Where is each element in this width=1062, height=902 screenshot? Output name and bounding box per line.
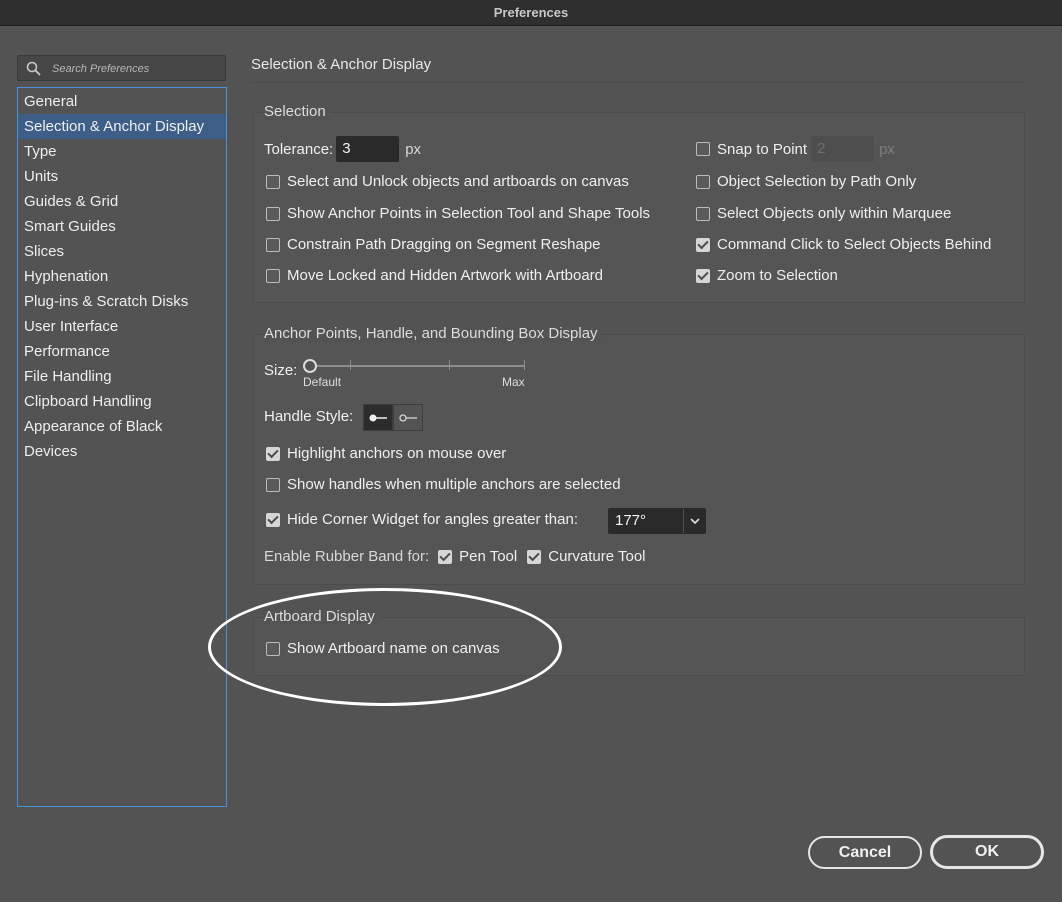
search-field[interactable]: [17, 55, 226, 81]
dropdown-divider: [683, 509, 684, 533]
zoom-to-selection-checkbox[interactable]: [696, 268, 710, 283]
show-handles-checkbox[interactable]: [266, 477, 280, 492]
category-user-interface[interactable]: User Interface: [18, 314, 226, 339]
show-handles-label: Show handles when multiple anchors are s…: [287, 476, 621, 493]
pen-tool-label: Pen Tool: [459, 548, 518, 565]
category-guides-grid[interactable]: Guides & Grid: [18, 189, 226, 214]
window-title: Preferences: [0, 0, 1062, 26]
select-within-marquee-label: Select Objects only within Marquee: [717, 205, 952, 222]
category-units[interactable]: Units: [18, 164, 226, 189]
snap-distance-input[interactable]: 2: [811, 136, 875, 162]
category-file-handling[interactable]: File Handling: [18, 364, 226, 389]
show-anchor-points-option[interactable]: Show Anchor Points in Selection Tool and…: [266, 205, 650, 222]
command-click-option[interactable]: Command Click to Select Objects Behind: [696, 236, 991, 253]
hide-corner-widget-checkbox[interactable]: [266, 512, 280, 527]
search-input[interactable]: [52, 59, 220, 78]
curvature-tool-label: Curvature Tool: [548, 548, 646, 565]
chevron-down-icon[interactable]: [689, 517, 701, 525]
object-selection-path-option[interactable]: Object Selection by Path Only: [696, 173, 916, 190]
ok-button[interactable]: OK: [930, 835, 1044, 869]
object-selection-path-checkbox[interactable]: [696, 174, 710, 189]
category-general[interactable]: General: [18, 89, 226, 114]
handle-style-label: Handle Style:: [264, 408, 354, 425]
category-slices[interactable]: Slices: [18, 239, 226, 264]
category-hyphenation[interactable]: Hyphenation: [18, 264, 226, 289]
zoom-to-selection-label: Zoom to Selection: [717, 267, 838, 284]
category-clipboard-handling[interactable]: Clipboard Handling: [18, 389, 226, 414]
category-plugins-scratch-disks[interactable]: Plug-ins & Scratch Disks: [18, 289, 226, 314]
command-click-label: Command Click to Select Objects Behind: [717, 236, 992, 253]
select-unlock-checkbox[interactable]: [266, 174, 280, 189]
size-slider-thumb[interactable]: [303, 359, 317, 373]
handle-style-solid-button[interactable]: [363, 404, 393, 431]
anchor-display-group-label: Anchor Points, Handle, and Bounding Box …: [264, 325, 602, 342]
highlight-anchors-option[interactable]: Highlight anchors on mouse over: [266, 445, 506, 462]
size-max-label: Max: [502, 375, 525, 389]
snap-to-point-checkbox[interactable]: [696, 142, 710, 156]
tolerance-input[interactable]: 3: [336, 136, 400, 162]
selection-group-label: Selection: [264, 103, 330, 120]
curvature-tool-checkbox[interactable]: [527, 549, 542, 564]
highlight-anchors-label: Highlight anchors on mouse over: [287, 445, 507, 462]
handle-solid-icon: [369, 414, 387, 421]
cancel-button[interactable]: Cancel: [808, 836, 922, 869]
show-handles-option[interactable]: Show handles when multiple anchors are s…: [266, 476, 621, 493]
category-selection-anchor-display[interactable]: Selection & Anchor Display: [18, 114, 226, 139]
tolerance-label: Tolerance:: [264, 140, 334, 158]
show-anchor-points-checkbox[interactable]: [266, 206, 280, 221]
select-within-marquee-option[interactable]: Select Objects only within Marquee: [696, 205, 951, 222]
size-slider-tick: [449, 360, 450, 370]
corner-angle-value: 177°: [615, 512, 647, 529]
select-unlock-option[interactable]: Select and Unlock objects and artboards …: [266, 173, 629, 190]
size-slider-tick: [524, 360, 525, 370]
show-anchor-points-label: Show Anchor Points in Selection Tool and…: [287, 205, 651, 222]
size-label: Size:: [264, 362, 298, 379]
rubber-band-row: Enable Rubber Band for: Pen Tool Curvatu…: [264, 548, 646, 565]
rubber-band-label: Enable Rubber Band for:: [264, 548, 430, 565]
category-smart-guides[interactable]: Smart Guides: [18, 214, 226, 239]
snap-distance-unit: px: [879, 140, 895, 158]
select-unlock-label: Select and Unlock objects and artboards …: [287, 173, 629, 190]
tolerance-unit: px: [405, 140, 422, 158]
annotation-ellipse: [208, 588, 562, 706]
move-locked-label: Move Locked and Hidden Artwork with Artb…: [287, 267, 604, 284]
command-click-checkbox[interactable]: [696, 237, 710, 252]
category-list: General Selection & Anchor Display Type …: [17, 87, 227, 807]
select-within-marquee-checkbox[interactable]: [696, 206, 710, 221]
size-min-label: Default: [303, 375, 342, 389]
tolerance-row: Tolerance: 3 px: [264, 136, 421, 162]
snap-to-point-row: Snap to Point 2 px: [696, 136, 895, 162]
category-devices[interactable]: Devices: [18, 439, 226, 464]
pen-tool-checkbox[interactable]: [438, 549, 453, 564]
page-title: Selection & Anchor Display: [251, 56, 432, 73]
handle-hollow-icon: [399, 413, 417, 422]
constrain-path-option[interactable]: Constrain Path Dragging on Segment Resha…: [266, 236, 601, 253]
corner-angle-dropdown[interactable]: 177°: [608, 508, 706, 534]
move-locked-option[interactable]: Move Locked and Hidden Artwork with Artb…: [266, 267, 603, 284]
hide-corner-widget-option[interactable]: Hide Corner Widget for angles greater th…: [266, 511, 578, 528]
zoom-to-selection-option[interactable]: Zoom to Selection: [696, 267, 838, 284]
search-icon: [26, 61, 41, 76]
object-selection-path-label: Object Selection by Path Only: [717, 173, 917, 190]
hide-corner-widget-label: Hide Corner Widget for angles greater th…: [287, 511, 578, 528]
size-slider-track[interactable]: [311, 365, 525, 367]
highlight-anchors-checkbox[interactable]: [266, 446, 280, 461]
move-locked-checkbox[interactable]: [266, 268, 280, 283]
constrain-path-label: Constrain Path Dragging on Segment Resha…: [287, 236, 601, 253]
title-divider: [251, 82, 1025, 83]
category-performance[interactable]: Performance: [18, 339, 226, 364]
category-type[interactable]: Type: [18, 139, 226, 164]
snap-to-point-label: Snap to Point: [717, 140, 808, 158]
constrain-path-checkbox[interactable]: [266, 237, 280, 252]
size-slider-tick: [350, 360, 351, 370]
handle-style-hollow-button[interactable]: [393, 404, 423, 431]
category-appearance-of-black[interactable]: Appearance of Black: [18, 414, 226, 439]
